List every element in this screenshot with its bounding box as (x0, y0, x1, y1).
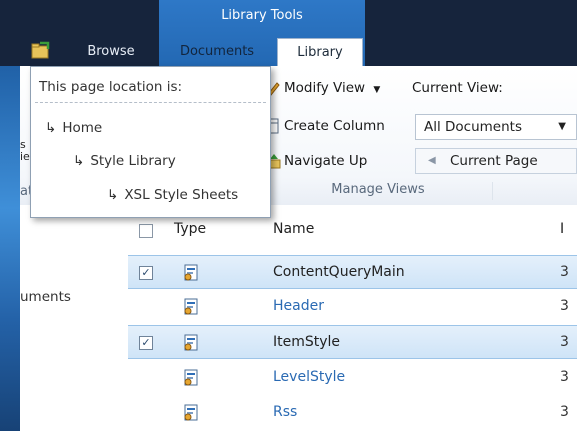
table-row[interactable]: ✓ ItemStyle 3 (128, 325, 577, 359)
ribbon-separator (492, 182, 493, 200)
column-cut-off: 3 (560, 369, 569, 385)
tab-library[interactable]: Library (277, 38, 363, 67)
manage-views-group-label: Manage Views (331, 182, 425, 197)
column-header-cut: I (560, 221, 565, 237)
xsl-file-icon (184, 404, 198, 421)
chevron-down-icon: ▼ (558, 121, 566, 132)
current-view-select[interactable]: All Documents ▼ (415, 114, 577, 140)
breadcrumb-label: XSL Style Sheets (124, 187, 239, 203)
breadcrumb-style-library[interactable]: ↳ Style Library (73, 153, 176, 169)
page-location-popup: This page location is: ↳ Home ↳ Style Libr… (30, 66, 271, 218)
create-column-button[interactable]: Create Column (267, 113, 385, 139)
column-cut-off: 3 (560, 334, 569, 350)
xsl-file-icon (184, 334, 198, 351)
popup-title: This page location is: (39, 79, 183, 95)
file-name[interactable]: ItemStyle (273, 334, 340, 350)
quick-launch-documents[interactable]: uments (20, 289, 71, 305)
tab-documents[interactable]: Documents (160, 38, 274, 66)
chevron-left-icon: ◀ (428, 155, 436, 166)
navigate-folder-icon[interactable] (30, 40, 52, 62)
modify-view-button[interactable]: Modify View ▼ (267, 75, 380, 101)
column-cut-off: 3 (560, 298, 569, 314)
breadcrumb-label: Home (62, 120, 103, 136)
table-row[interactable]: ✓ ContentQueryMain 3 (128, 255, 577, 289)
sub-arrow-icon: ↳ (107, 187, 119, 203)
name-column-header[interactable]: Name (273, 221, 314, 237)
ribbon-fragment: ie (20, 150, 30, 163)
current-page-label: Current Page (450, 153, 538, 169)
create-column-label: Create Column (284, 118, 385, 134)
file-name[interactable]: ContentQueryMain (273, 264, 405, 280)
row-checkbox[interactable]: ✓ (139, 266, 153, 280)
navigate-up-label: Navigate Up (284, 153, 368, 169)
file-name[interactable]: Header (273, 298, 324, 314)
xsl-file-icon (184, 264, 198, 281)
navigate-up-button[interactable]: Navigate Up (267, 148, 367, 174)
xsl-file-icon (184, 298, 198, 315)
sub-arrow-icon: ↳ (73, 153, 85, 169)
breadcrumb-xsl-style-sheets[interactable]: ↳ XSL Style Sheets (107, 187, 238, 203)
table-row[interactable]: Header 3 (128, 290, 577, 324)
sub-arrow-icon: ↳ (45, 120, 57, 136)
breadcrumb-home[interactable]: ↳ Home (45, 120, 102, 136)
breadcrumb-label: Style Library (90, 153, 176, 169)
table-row[interactable]: Rss 3 (128, 396, 577, 430)
current-view-value: All Documents (424, 119, 523, 135)
contextual-group-label: Library Tools (221, 8, 303, 23)
tab-browse[interactable]: Browse (66, 38, 156, 66)
file-name[interactable]: LevelStyle (273, 369, 345, 385)
chevron-down-icon: ▼ (373, 85, 381, 95)
popup-divider (35, 102, 266, 103)
xsl-file-icon (184, 369, 198, 386)
file-name[interactable]: Rss (273, 404, 297, 420)
row-checkbox[interactable]: ✓ (139, 336, 153, 350)
list-header: Type Name I (130, 216, 577, 246)
current-view-label: Current View: (412, 80, 503, 96)
column-cut-off: 3 (560, 404, 569, 420)
select-all-checkbox[interactable] (139, 224, 153, 238)
type-column-header[interactable]: Type (174, 221, 206, 237)
table-row[interactable]: LevelStyle 3 (128, 361, 577, 395)
modify-view-label: Modify View (284, 80, 366, 96)
current-page-button[interactable]: ◀ Current Page (415, 148, 577, 174)
background-swirl (0, 60, 20, 431)
column-cut-off: 3 (560, 264, 569, 280)
